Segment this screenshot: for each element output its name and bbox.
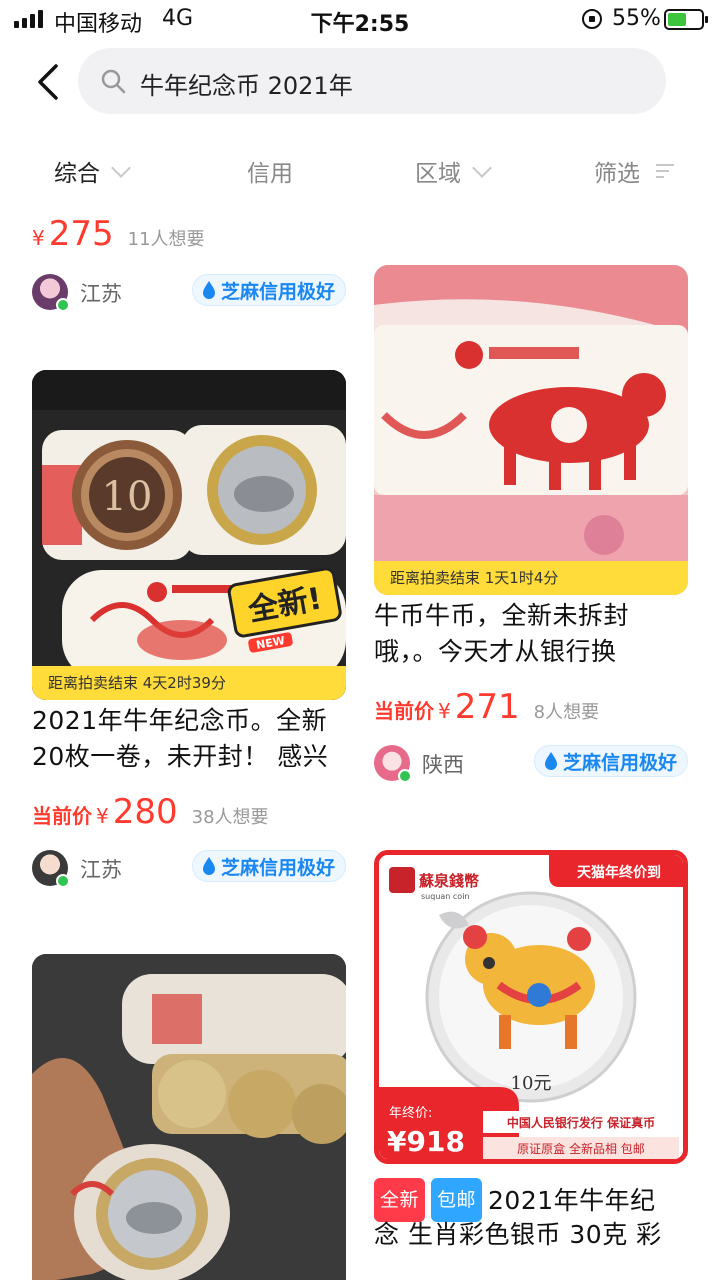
credit-badge: 芝麻信用极好: [191, 274, 346, 306]
price-row: 当前价 ¥ 271 8人想要: [374, 687, 599, 727]
back-button[interactable]: [30, 62, 70, 102]
filter-sort-label: 综合: [54, 161, 100, 187]
price-row: 当前价 ¥ 280 38人想要: [32, 792, 269, 832]
seller-row: 陕西 芝麻信用极好: [374, 745, 688, 785]
price-value: 280: [112, 792, 178, 832]
rotation-lock-icon: [582, 9, 602, 29]
credit-label: 芝麻信用极好: [220, 856, 335, 879]
price-value: 275: [48, 214, 114, 254]
issuer-line: 中国人民银行发行 保证真币: [507, 1115, 655, 1130]
price-value: 271: [454, 687, 520, 727]
product-card-left-2[interactable]: [32, 954, 346, 1280]
promo-banner: 天猫年终价到: [577, 864, 661, 881]
price-label: 当前价: [374, 699, 434, 723]
filter-credit[interactable]: 信用: [247, 154, 293, 188]
seller-row: 江苏 芝麻信用极好: [32, 850, 346, 890]
battery-percent: 55%: [612, 6, 661, 31]
coin-roll-ox-image: [374, 265, 688, 595]
seller-region: 江苏: [80, 282, 122, 306]
water-drop-icon: [544, 752, 557, 770]
price-currency: ¥: [438, 699, 451, 723]
online-indicator: [56, 298, 70, 312]
filter-region-label: 区域: [415, 161, 461, 187]
filter-icon: [656, 164, 674, 178]
product-card-right-1[interactable]: 距离拍卖结束 1天1时4分 牛币牛币，全新未拆封 哦，。今天才从银行换 当前价 …: [374, 265, 688, 785]
product-image: 距离拍卖结束 1天1时4分: [374, 265, 688, 595]
status-bar: 中国移动 4G 下午2:55 55%: [0, 0, 720, 40]
product-image: [32, 954, 346, 1280]
product-card-right-2[interactable]: 蘇泉錢幣 suquan coin 天猫年终价到 10元 年终价: ¥918 中国…: [374, 850, 688, 1280]
silver-coin-image: 蘇泉錢幣 suquan coin 天猫年终价到 10元 年终价: ¥918 中国…: [379, 855, 683, 1159]
credit-badge: 芝麻信用极好: [191, 850, 346, 882]
filter-credit-label: 信用: [247, 161, 293, 187]
product-image: 10 全新! NEW 距离拍卖结束 4天2时39分: [32, 370, 346, 700]
filter-bar: 综合 信用 区域 筛选: [0, 138, 720, 198]
chevron-left-icon: [38, 64, 58, 100]
price-row: ¥ 275 11人想要: [32, 214, 205, 254]
water-drop-icon: [202, 281, 215, 299]
price-currency: ¥: [96, 804, 109, 828]
product-title-line2: 念 生肖彩色银币 30克 彩: [374, 1220, 662, 1249]
want-count: 38人想要: [191, 807, 269, 828]
seller-region: 陕西: [422, 753, 464, 777]
year-end-price: ¥918: [387, 1125, 465, 1158]
want-count: 11人想要: [127, 229, 205, 250]
price-label: 当前价: [32, 804, 92, 828]
year-end-label: 年终价:: [389, 1105, 432, 1121]
filter-screen[interactable]: 筛选: [594, 154, 674, 188]
condition-line: 原证原盒 全新品相 包邮: [517, 1141, 645, 1156]
title-text: 2021年牛年纪: [488, 1186, 656, 1215]
brand-name: 蘇泉錢幣: [418, 872, 479, 890]
search-icon: [101, 69, 126, 94]
filter-region[interactable]: 区域: [415, 154, 492, 188]
price-currency: ¥: [32, 226, 45, 250]
chevron-down-icon: [111, 158, 131, 178]
credit-badge: 芝麻信用极好: [533, 745, 688, 777]
battery-icon: [664, 9, 708, 30]
search-header: 牛年纪念币 2021年: [0, 44, 720, 120]
filter-screen-label: 筛选: [594, 161, 640, 187]
search-input[interactable]: 牛年纪念币 2021年: [78, 48, 666, 114]
brand-name-en: suquan coin: [421, 892, 470, 901]
filter-sort[interactable]: 综合: [54, 154, 131, 188]
svg-text:10: 10: [102, 474, 153, 520]
credit-label: 芝麻信用极好: [562, 751, 677, 774]
product-card-top-left[interactable]: ¥ 275 11人想要 江苏 芝麻信用极好: [32, 214, 346, 324]
product-card-left-1[interactable]: 10 全新! NEW 距离拍卖结束 4天2时39分 2021年牛年纪念币。全新 …: [32, 370, 346, 890]
auction-countdown: 距离拍卖结束 1天1时4分: [374, 561, 688, 595]
product-title-line2: 20枚一卷，未开封！ 感兴: [32, 742, 329, 771]
credit-label: 芝麻信用极好: [220, 280, 335, 303]
chevron-down-icon: [472, 158, 492, 178]
online-indicator: [398, 769, 412, 783]
battery-fill: [668, 13, 686, 26]
search-query: 牛年纪念币 2021年: [140, 72, 353, 100]
seller-region: 江苏: [80, 858, 122, 882]
product-title-line2: 哦，。今天才从银行换: [374, 637, 617, 666]
coin-rolls-image: 10 全新! NEW: [32, 370, 346, 700]
online-indicator: [56, 874, 70, 888]
seller-row: 江苏 芝麻信用极好: [32, 274, 346, 314]
product-image: 蘇泉錢幣 suquan coin 天猫年终价到 10元 年终价: ¥918 中国…: [374, 850, 688, 1164]
coin-value: 10元: [511, 1073, 552, 1094]
coin-hand-image: [32, 954, 346, 1280]
auction-countdown: 距离拍卖结束 4天2时39分: [32, 666, 346, 700]
want-count: 8人想要: [533, 702, 600, 723]
water-drop-icon: [202, 857, 215, 875]
